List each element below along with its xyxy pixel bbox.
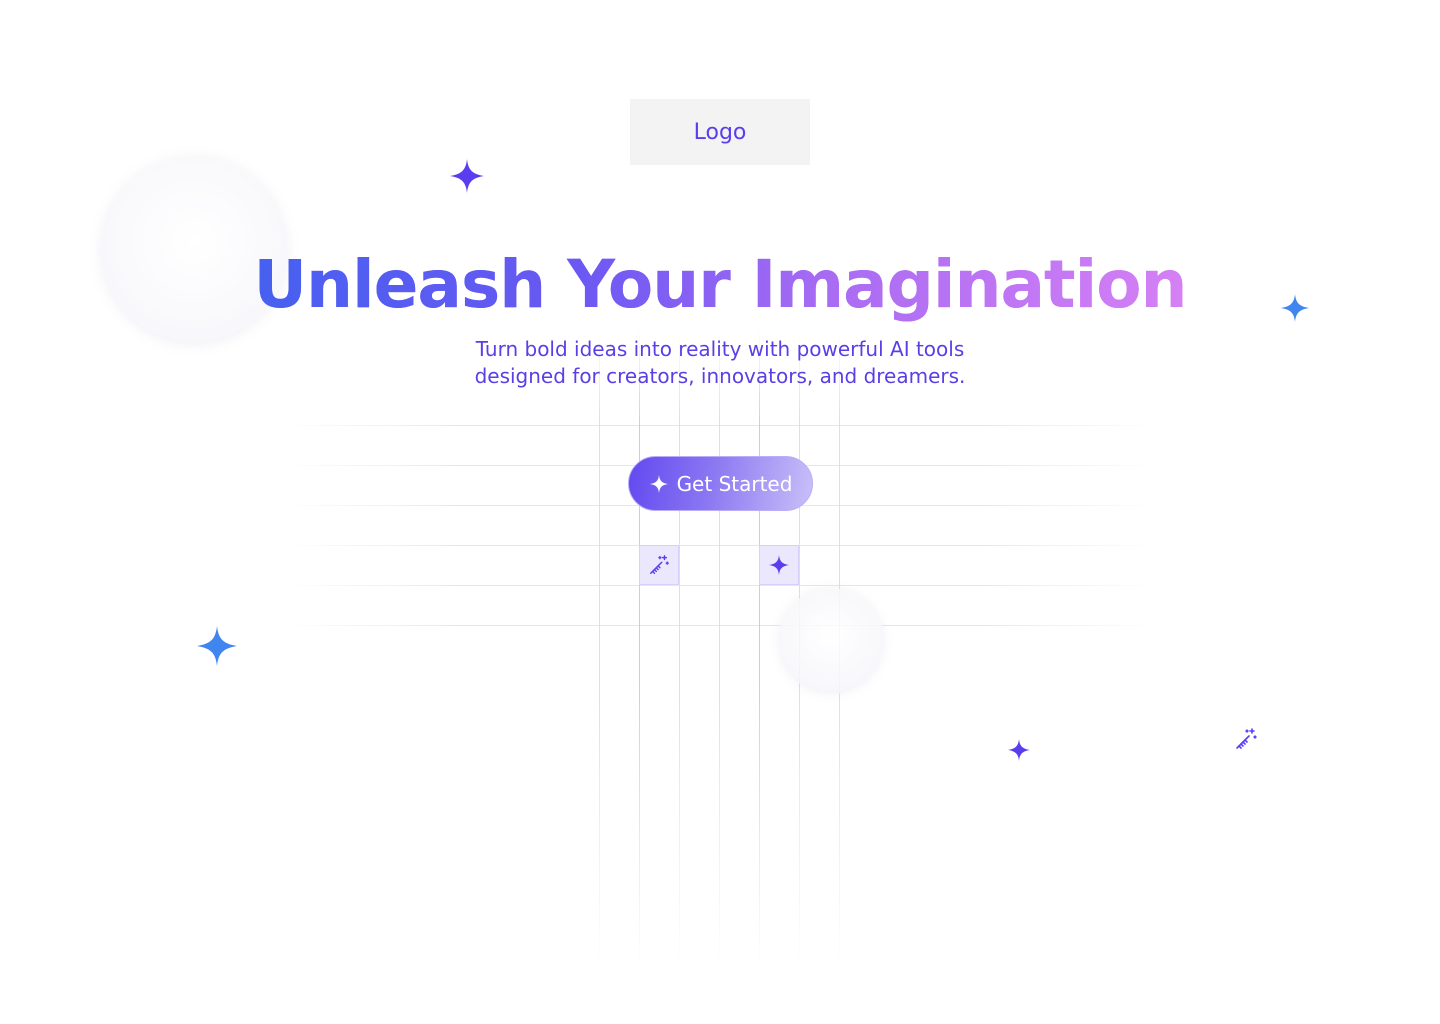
logo-placeholder[interactable]: Logo	[630, 99, 810, 165]
hero-title: Unleash Your Imagination	[0, 240, 1440, 330]
feature-tile-magic-wand[interactable]	[639, 545, 679, 585]
magic-wand-icon	[650, 555, 669, 574]
hero-title-text: Unleash Your Imagination	[253, 240, 1187, 330]
sparkle-icon	[450, 159, 484, 193]
hero-subtitle: Turn bold ideas into reality with powerf…	[474, 337, 966, 388]
sparkle-icon	[1008, 739, 1030, 761]
sparkle-icon	[197, 626, 237, 666]
get-started-button[interactable]: Get Started	[628, 456, 813, 511]
sparkle-icon	[769, 555, 789, 575]
magic-wand-icon	[1236, 728, 1257, 749]
feature-tile-sparkle[interactable]	[759, 545, 799, 585]
logo-label: Logo	[693, 119, 747, 145]
get-started-label: Get Started	[676, 471, 793, 496]
sparkle-icon	[649, 474, 668, 493]
landing-page: Logo Unleash Your Imagination Turn bold …	[0, 0, 1440, 1024]
decorative-orb-small	[778, 588, 884, 694]
